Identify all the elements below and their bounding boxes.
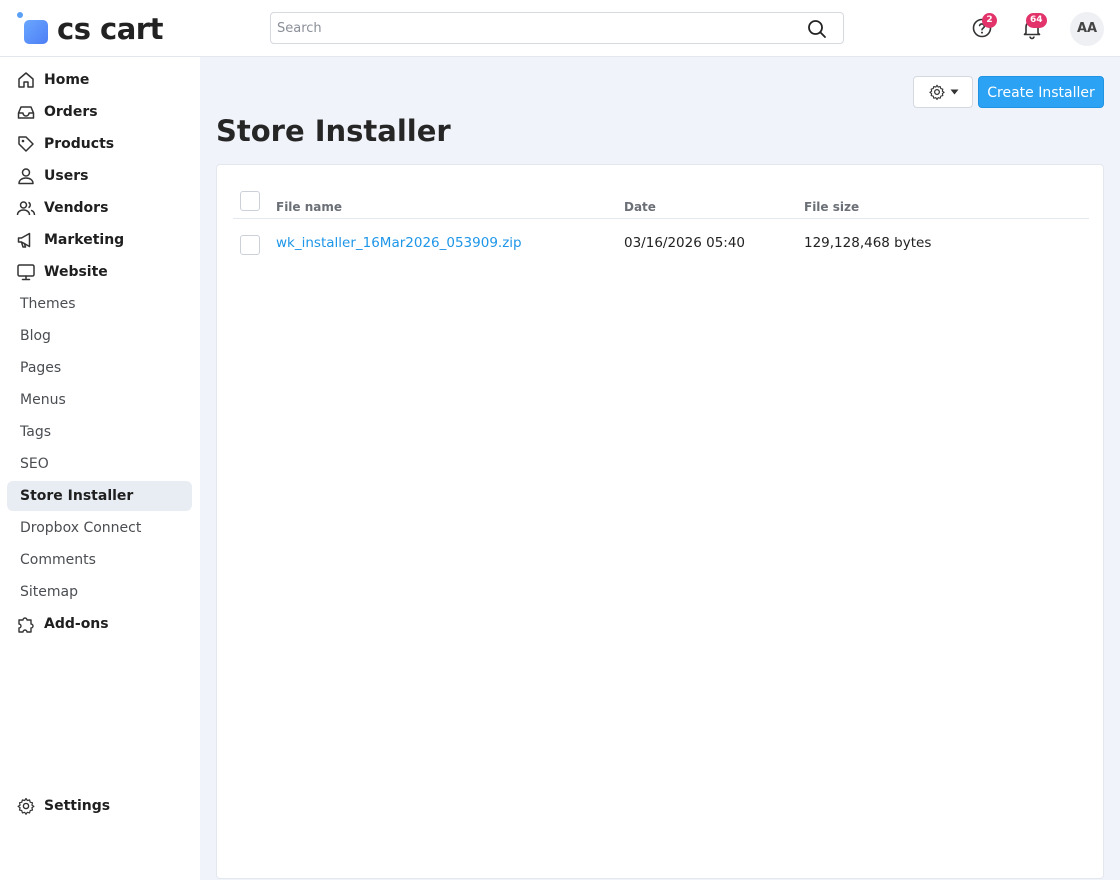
sidebar-subitem-blog[interactable]: Blog	[7, 321, 192, 351]
user-icon	[18, 168, 34, 185]
sidebar-item-website[interactable]: Website	[7, 257, 192, 287]
avatar[interactable]: AA	[1070, 12, 1104, 46]
home-icon	[18, 72, 34, 88]
search-icon[interactable]	[807, 19, 827, 39]
sidebar-item-label: Vendors	[44, 200, 109, 216]
column-header-file-name[interactable]: File name	[276, 200, 342, 214]
sidebar-item-home[interactable]: Home	[7, 65, 192, 95]
sidebar-subitem-dropbox-connect[interactable]: Dropbox Connect	[7, 513, 192, 543]
help-badge: 2	[982, 13, 997, 28]
sidebar-item-label: Orders	[44, 104, 98, 120]
search-input[interactable]	[271, 13, 791, 43]
sidebar-subitem-menus[interactable]: Menus	[7, 385, 192, 415]
select-all-checkbox[interactable]	[240, 191, 260, 211]
sidebar-item-addons[interactable]: Add-ons	[7, 609, 192, 639]
logo-mark	[16, 12, 52, 46]
sidebar-item-marketing[interactable]: Marketing	[7, 225, 192, 255]
search-box	[270, 12, 844, 44]
logo-text: cs cart	[57, 12, 163, 46]
sidebar-subitem-themes[interactable]: Themes	[7, 289, 192, 319]
file-date: 03/16/2026 05:40	[624, 235, 746, 251]
gear-icon	[17, 797, 35, 815]
table-divider	[233, 218, 1089, 219]
file-name-link[interactable]: wk_installer_16Mar2026_053909.zip	[276, 235, 522, 251]
column-header-file-size[interactable]: File size	[804, 200, 859, 214]
sidebar-item-label: Users	[44, 168, 89, 184]
puzzle-icon	[18, 617, 34, 633]
megaphone-icon	[17, 232, 31, 248]
sidebar-item-label: Home	[44, 72, 90, 88]
top-header: cs cart 2 64 AA	[0, 0, 1120, 57]
sidebar-item-label: Website	[44, 264, 108, 280]
sidebar-item-label: Products	[44, 136, 115, 152]
sidebar-subitem-tags[interactable]: Tags	[7, 417, 192, 447]
sidebar-item-label: Settings	[44, 798, 111, 814]
sidebar-item-products[interactable]: Products	[7, 129, 192, 159]
installer-table-card: File name Date File size wk_installer_16…	[216, 164, 1104, 879]
settings-dropdown-button[interactable]	[913, 76, 973, 108]
sidebar: Home Orders Products Users Vendors Marke…	[0, 57, 200, 880]
sidebar-item-vendors[interactable]: Vendors	[7, 193, 192, 223]
notifications-badge: 64	[1026, 13, 1047, 28]
tag-icon	[18, 136, 34, 152]
gear-icon	[928, 84, 945, 101]
sidebar-item-label: Add-ons	[44, 616, 109, 632]
sidebar-item-label: Marketing	[44, 232, 125, 248]
sidebar-subitem-store-installer[interactable]: Store Installer	[7, 481, 192, 511]
sidebar-item-users[interactable]: Users	[7, 161, 192, 191]
monitor-icon	[17, 264, 35, 281]
caret-down-icon	[950, 89, 958, 95]
logo[interactable]: cs cart	[16, 12, 163, 46]
sidebar-item-orders[interactable]: Orders	[7, 97, 192, 127]
users-icon	[16, 201, 36, 216]
inbox-icon	[17, 106, 35, 119]
create-installer-button[interactable]: Create Installer	[978, 76, 1104, 108]
row-checkbox[interactable]	[240, 235, 260, 255]
sidebar-subitem-seo[interactable]: SEO	[7, 449, 192, 479]
file-size: 129,128,468 bytes	[804, 235, 932, 251]
page-title: Store Installer	[216, 114, 451, 148]
column-header-date[interactable]: Date	[624, 200, 656, 214]
sidebar-subitem-comments[interactable]: Comments	[7, 545, 192, 575]
sidebar-subitem-pages[interactable]: Pages	[7, 353, 192, 383]
sidebar-item-settings[interactable]: Settings	[7, 791, 192, 821]
sidebar-subitem-sitemap[interactable]: Sitemap	[7, 577, 192, 607]
